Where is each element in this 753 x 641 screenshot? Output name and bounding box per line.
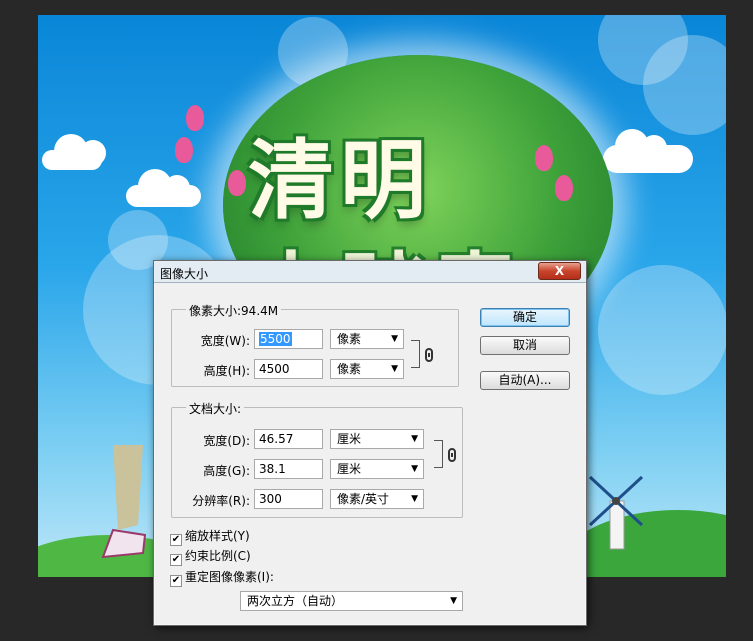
pixel-width-label: 宽度(W): (200, 334, 250, 348)
pixel-height-unit-select[interactable]: 像素 ▼ (330, 359, 404, 379)
doc-constrain-bracket (434, 440, 443, 468)
resample-image-checkbox[interactable]: ✔ (170, 575, 182, 587)
resample-image-option[interactable]: ✔ 重定图像像素(I): (170, 568, 274, 587)
resample-image-label: 重定图像像素(I): (185, 570, 274, 584)
cancel-button[interactable]: 取消 (480, 336, 570, 355)
tulip-decoration (535, 145, 553, 171)
chain-link-icon (425, 348, 433, 362)
chevron-down-icon: ▼ (411, 464, 418, 474)
pixel-dimensions-group: 像素大小:94.4M 宽度(W): 5500 像素 ▼ 高度(H): 4500 … (171, 302, 459, 387)
bubble-decoration (598, 265, 726, 395)
doc-width-label: 宽度(D): (203, 434, 250, 448)
constrain-proportions-checkbox[interactable]: ✔ (170, 554, 182, 566)
pixel-height-value: 4500 (259, 362, 290, 376)
doc-height-input[interactable]: 38.1 (254, 459, 323, 479)
windmill-illustration (588, 475, 644, 550)
resolution-input[interactable]: 300 (254, 489, 323, 509)
chain-link-icon (448, 448, 456, 462)
ok-button[interactable]: 确定 (480, 308, 570, 327)
scale-styles-checkbox[interactable]: ✔ (170, 534, 182, 546)
tulip-decoration (186, 105, 204, 131)
cloud-decoration (603, 129, 693, 173)
doc-height-label: 高度(G): (203, 464, 250, 478)
tulip-decoration (555, 175, 573, 201)
constrain-proportions-option[interactable]: ✔ 约束比例(C) (170, 547, 251, 566)
dialog-titlebar[interactable]: 图像大小 X (154, 261, 586, 283)
bubble-decoration (643, 35, 726, 135)
figure-leg-illustration (101, 445, 147, 559)
close-icon: X (554, 264, 565, 278)
document-size-group: 文档大小: 宽度(D): 46.57 厘米 ▼ 高度(G): 38.1 厘米 ▼… (171, 400, 463, 518)
pixel-height-label: 高度(H): (203, 364, 250, 378)
pixel-width-input[interactable]: 5500 (254, 329, 323, 349)
tulip-decoration (175, 137, 193, 163)
close-button[interactable]: X (538, 262, 581, 280)
pixel-constrain-bracket (411, 340, 420, 368)
cloud-decoration (42, 134, 106, 170)
chevron-down-icon: ▼ (411, 494, 418, 504)
doc-height-unit-select[interactable]: 厘米 ▼ (330, 459, 424, 479)
doc-width-input[interactable]: 46.57 (254, 429, 323, 449)
resample-method-select[interactable]: 两次立方（自动） ▼ (240, 591, 463, 611)
scale-styles-label: 缩放样式(Y) (185, 529, 250, 543)
document-size-title: 文档大小: (186, 400, 245, 417)
dialog-title: 图像大小 (160, 267, 209, 281)
pixel-dimensions-title: 像素大小:94.4M (186, 302, 282, 319)
doc-width-unit-select[interactable]: 厘米 ▼ (330, 429, 424, 449)
chevron-down-icon: ▼ (411, 434, 418, 444)
pixel-width-value: 5500 (259, 332, 292, 346)
resolution-label: 分辨率(R): (192, 494, 250, 508)
pixel-height-input[interactable]: 4500 (254, 359, 323, 379)
chevron-down-icon: ▼ (391, 364, 398, 374)
auto-button[interactable]: 自动(A)... (480, 371, 570, 390)
tulip-decoration (228, 170, 246, 196)
pixel-width-unit-select[interactable]: 像素 ▼ (330, 329, 404, 349)
cloud-decoration (126, 169, 201, 207)
resolution-unit-select[interactable]: 像素/英寸 ▼ (330, 489, 424, 509)
chevron-down-icon: ▼ (391, 334, 398, 344)
scale-styles-option[interactable]: ✔ 缩放样式(Y) (170, 527, 250, 546)
image-size-dialog: 图像大小 X 像素大小:94.4M 宽度(W): 5500 像素 ▼ 高度(H)… (153, 260, 587, 626)
chevron-down-icon: ▼ (450, 596, 457, 606)
constrain-proportions-label: 约束比例(C) (185, 549, 251, 563)
